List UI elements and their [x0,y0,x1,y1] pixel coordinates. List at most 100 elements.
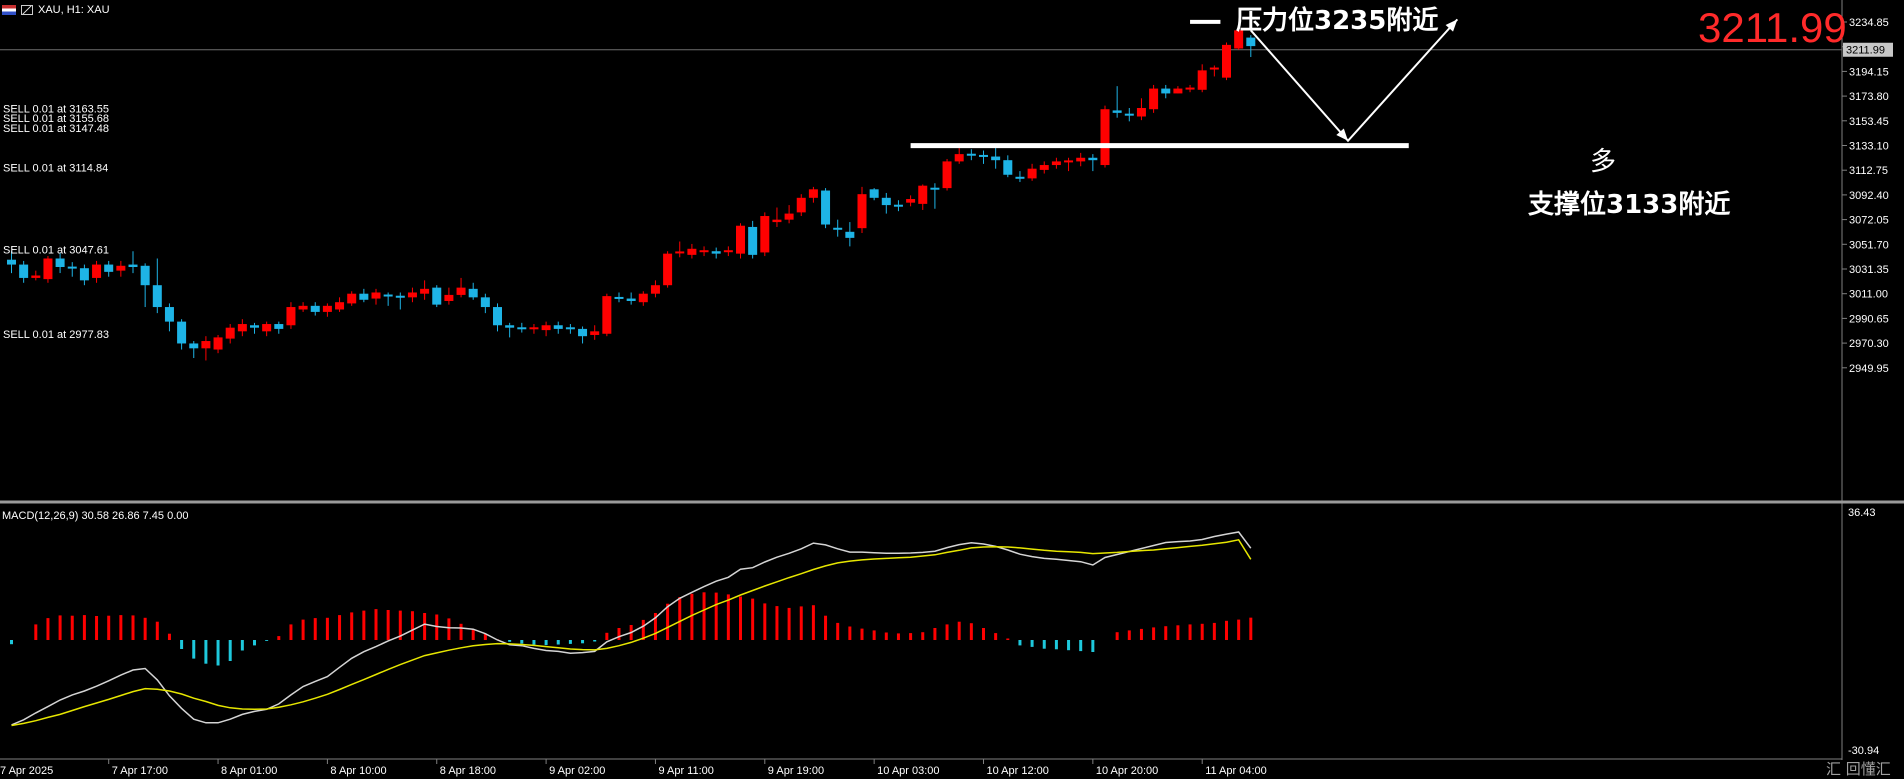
candle-body [298,305,308,310]
candle-body [760,216,770,253]
candle-body [1039,165,1049,170]
candle-body [456,287,466,295]
candle-body [1112,110,1122,113]
candle-body [1222,44,1231,78]
candle-body [1161,88,1171,94]
trade-labels: SELL 0.01 at 3163.55SELL 0.01 at 3155.68… [3,104,109,341]
candle-body [1173,88,1183,94]
candle-body [395,295,405,298]
candles [7,24,1256,361]
candle-body [444,294,454,301]
trade-label: SELL 0.01 at 3047.61 [3,244,109,256]
candle-body [881,197,891,206]
candle-body [1185,87,1195,90]
candle-body [420,288,430,294]
candle-body [1124,113,1134,116]
candle-body [177,321,187,344]
candle-body [493,307,502,326]
flag-icon[interactable] [2,5,16,15]
candle-body [1088,157,1098,161]
candle-body [553,325,563,329]
resistance-label: 压力位3235附近 [1236,6,1439,36]
candle-body [322,305,332,312]
candle-body [796,197,806,213]
time-axis: 7 Apr 2025 7 Apr 17:00 8 Apr 01:00 8 Apr 10… [0,759,1267,777]
macd-axis-top: 36.43 [1848,507,1876,519]
candle-body [274,324,284,329]
candle-body [565,327,575,330]
candle-body [821,190,831,225]
candle-body [1064,160,1074,163]
candle-body [55,258,65,267]
candle-body [1197,70,1207,90]
candle-body [164,307,174,322]
candle-body [808,189,818,198]
candle-body [505,325,515,328]
candle-body [189,343,199,349]
time-label: 9 Apr 19:00 [768,765,824,777]
macd-pane: MACD(12,26,9) 30.58 26.86 7.45 0.00 36.4… [2,507,1879,757]
candle-body [772,219,782,223]
macd-title: MACD(12,26,9) 30.58 26.86 7.45 0.00 [2,510,189,522]
candle-body [736,225,745,254]
time-label: 10 Apr 03:00 [877,765,939,777]
time-label: 10 Apr 12:00 [987,765,1049,777]
candle-body [869,189,879,198]
candle-body [541,325,551,331]
chart-type-icon[interactable] [21,5,33,15]
candle-body [590,331,600,335]
candle-body [468,288,478,298]
candle-body [699,250,709,253]
candle-body [1100,109,1110,166]
price-tick-label: 3072.05 [1849,215,1889,227]
current-price-big: 3211.99 [1698,4,1847,51]
candle-body [19,264,29,278]
candle-body [152,285,162,308]
candle-body [1136,107,1146,117]
price-chart[interactable]: 3234.853214.503194.153173.803153.453133.… [0,0,1904,779]
candle-body [954,154,964,162]
time-label: 8 Apr 18:00 [440,765,496,777]
candle-body [991,156,1001,161]
candle-body [1003,160,1013,175]
candle-body [201,341,211,349]
price-tick-label: 3051.70 [1849,239,1889,251]
candle-body [67,266,77,269]
time-label: 8 Apr 01:00 [221,765,277,777]
price-tick-label: 2949.95 [1849,363,1889,375]
chart-header: XAU, H1: XAU [2,4,110,16]
candle-body [930,187,940,190]
support-label: 支撑位3133附近 [1528,190,1731,220]
trade-label: SELL 0.01 at 3147.48 [3,123,109,135]
candle-body [626,298,636,301]
candle-body [432,287,442,305]
candle-body [359,293,369,300]
price-tick-label: 2990.65 [1849,313,1889,325]
current-price-label: 3211.99 [1846,45,1885,57]
watermark: 汇 回懂汇 [1826,760,1891,778]
price-tick-label: 3112.75 [1849,165,1888,177]
time-label: 10 Apr 20:00 [1096,765,1158,777]
trade-label: SELL 0.01 at 2977.83 [3,329,109,341]
candle-body [517,327,527,330]
price-tick-label: 2970.30 [1849,338,1889,350]
candle-body [893,204,903,207]
candle-body [906,199,916,203]
candle-body [979,154,988,157]
candle-body [578,328,588,337]
candle-body [675,251,685,254]
time-label: 7 Apr 2025 [0,765,53,777]
candle-body [225,327,235,339]
candle-body [213,337,223,350]
candle-body [723,250,733,253]
candle-body [7,259,16,265]
candle-body [1209,67,1219,70]
candle-body [602,296,612,334]
price-tick-label: 3234.85 [1849,17,1889,29]
time-label: 11 Apr 04:00 [1205,765,1267,777]
candle-body [748,226,758,255]
candle-body [687,248,697,255]
candle-body [140,265,150,286]
price-pane: 3234.853214.503194.153173.803153.453133.… [0,0,1893,760]
candle-body [237,324,247,332]
